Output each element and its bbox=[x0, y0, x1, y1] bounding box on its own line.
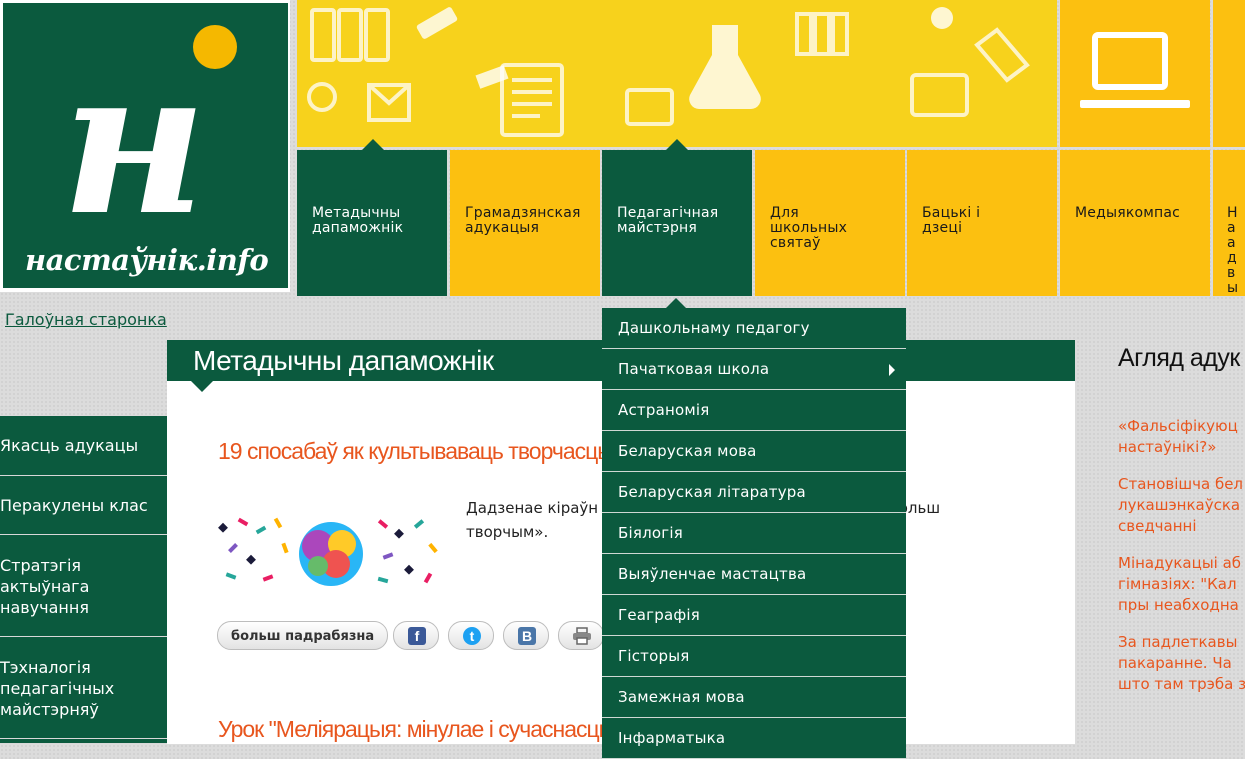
nav-active-notch bbox=[362, 139, 384, 150]
header-banner bbox=[297, 0, 1057, 147]
dropdown-item[interactable]: Пачатковая школа bbox=[602, 349, 906, 390]
print-button[interactable] bbox=[558, 621, 604, 650]
read-more-button[interactable]: больш падрабязна bbox=[217, 621, 389, 650]
dropdown-item-label: Геаграфія bbox=[618, 606, 700, 624]
sidebar-item-iakasts[interactable]: Якасць адукацы bbox=[0, 416, 167, 476]
article-thumbnail[interactable] bbox=[218, 516, 440, 592]
confetti-brain-image bbox=[218, 517, 438, 586]
news-link[interactable]: Мінадукацыі аб гімназіях: "Кал пры неабх… bbox=[1118, 553, 1245, 616]
submenu-arrow-icon bbox=[889, 364, 895, 376]
vkontakte-share-button[interactable]: B bbox=[503, 621, 549, 650]
laptop-icon bbox=[1092, 32, 1168, 90]
logo-badge: н настаўнік.info bbox=[3, 3, 288, 288]
dropdown-item-label: Пачатковая школа bbox=[618, 360, 770, 378]
logo-letter: н bbox=[61, 25, 207, 260]
sidebar-item-tekhnalohiia[interactable]: Тэхналогія педагагічных майстэрняў bbox=[0, 637, 167, 739]
sidebar-item-perakuleny[interactable]: Перакулены клас bbox=[0, 476, 167, 535]
dropdown-item-label: Інфарматыка bbox=[618, 729, 726, 747]
dropdown-item[interactable]: Геаграфія bbox=[602, 595, 906, 636]
dropdown-item[interactable]: Дашкольнаму педагогу bbox=[602, 308, 906, 349]
nav-tile-mediiakompas[interactable]: Медыякомпас bbox=[1060, 150, 1210, 296]
dropdown-item[interactable]: Беларуская літаратура bbox=[602, 472, 906, 513]
article-title-link[interactable]: 19 спосабаў як культываваць творчасць у … bbox=[218, 438, 643, 465]
nav-tile-pedagagichnaia[interactable]: Педагагічная майстэрня bbox=[602, 150, 752, 296]
dropdown-item[interactable]: Беларуская мова bbox=[602, 431, 906, 472]
header-banner-end bbox=[1213, 0, 1245, 147]
nav-tile-more[interactable]: На ад вы bbox=[1213, 150, 1245, 296]
dropdown-item-label: Замежная мова bbox=[618, 688, 745, 706]
dropdown-item[interactable]: Інфарматыка bbox=[602, 718, 906, 759]
article-title-link[interactable]: Урок "Меліярацыя: мінулае і сучаснасць".… bbox=[218, 716, 641, 743]
nav-active-notch bbox=[666, 139, 688, 150]
twitter-icon: t bbox=[463, 627, 481, 645]
dropdown-item-label: Астраномія bbox=[618, 401, 710, 419]
nav-tile-gramadzianskaia[interactable]: Грамадзянская адукацыя bbox=[450, 150, 600, 296]
right-column-title: Агляд адук bbox=[1118, 344, 1240, 372]
dropdown-menu: Дашкольнаму педагогу Пачатковая школа Ас… bbox=[602, 308, 906, 759]
nav-tile-dlia-sviatau[interactable]: Для школьных святаў bbox=[755, 150, 905, 296]
facebook-share-button[interactable]: f bbox=[393, 621, 439, 650]
breadcrumb-home[interactable]: Галоўная старонка bbox=[5, 310, 167, 329]
news-link[interactable]: «Фальсіфікуюц настаўнікі?» bbox=[1118, 416, 1245, 458]
dropdown-item-label: Біялогія bbox=[618, 524, 683, 542]
facebook-icon: f bbox=[408, 627, 426, 645]
dropdown-item[interactable]: Замежная мова bbox=[602, 677, 906, 718]
logo-text: настаўнік.info bbox=[25, 243, 269, 277]
nav-tile-batski-dzetsi[interactable]: Бацькі і дзеці bbox=[907, 150, 1057, 296]
sidebar-item-stratehiia[interactable]: Стратэгія актыўнага навучання bbox=[0, 535, 167, 637]
dropdown-item-label: Беларуская літаратура bbox=[618, 483, 806, 501]
dropdown-item-label: Дашкольнаму педагогу bbox=[618, 319, 810, 337]
nav-tile-metadychny[interactable]: Метадычны дапаможнік bbox=[297, 150, 447, 296]
site-logo[interactable]: н настаўнік.info bbox=[0, 0, 290, 292]
dropdown-item[interactable]: Біялогія bbox=[602, 513, 906, 554]
dropdown-item-label: Беларуская мова bbox=[618, 442, 757, 460]
dropdown-item[interactable]: Астраномія bbox=[602, 390, 906, 431]
title-notch bbox=[191, 381, 213, 392]
dropdown-item-label: Выяўленчае мастацтва bbox=[618, 565, 807, 583]
printer-icon bbox=[573, 627, 591, 645]
school-supplies-pattern bbox=[307, 7, 1030, 137]
news-link[interactable]: За падлеткавы пакаранне. Ча што там трэб… bbox=[1118, 632, 1245, 695]
dropdown-item[interactable]: Выяўленчае мастацтва bbox=[602, 554, 906, 595]
sidebar-item-next[interactable] bbox=[0, 739, 167, 744]
dropdown-item[interactable]: Гісторыя bbox=[602, 636, 906, 677]
news-link[interactable]: Становішча бел лукашэнкаўска сведчанні bbox=[1118, 474, 1245, 537]
vkontakte-icon: B bbox=[518, 627, 536, 645]
dropdown-item-label: Гісторыя bbox=[618, 647, 690, 665]
laptop-base-icon bbox=[1080, 100, 1190, 108]
twitter-share-button[interactable]: t bbox=[448, 621, 494, 650]
header-banner-laptop bbox=[1060, 0, 1210, 147]
